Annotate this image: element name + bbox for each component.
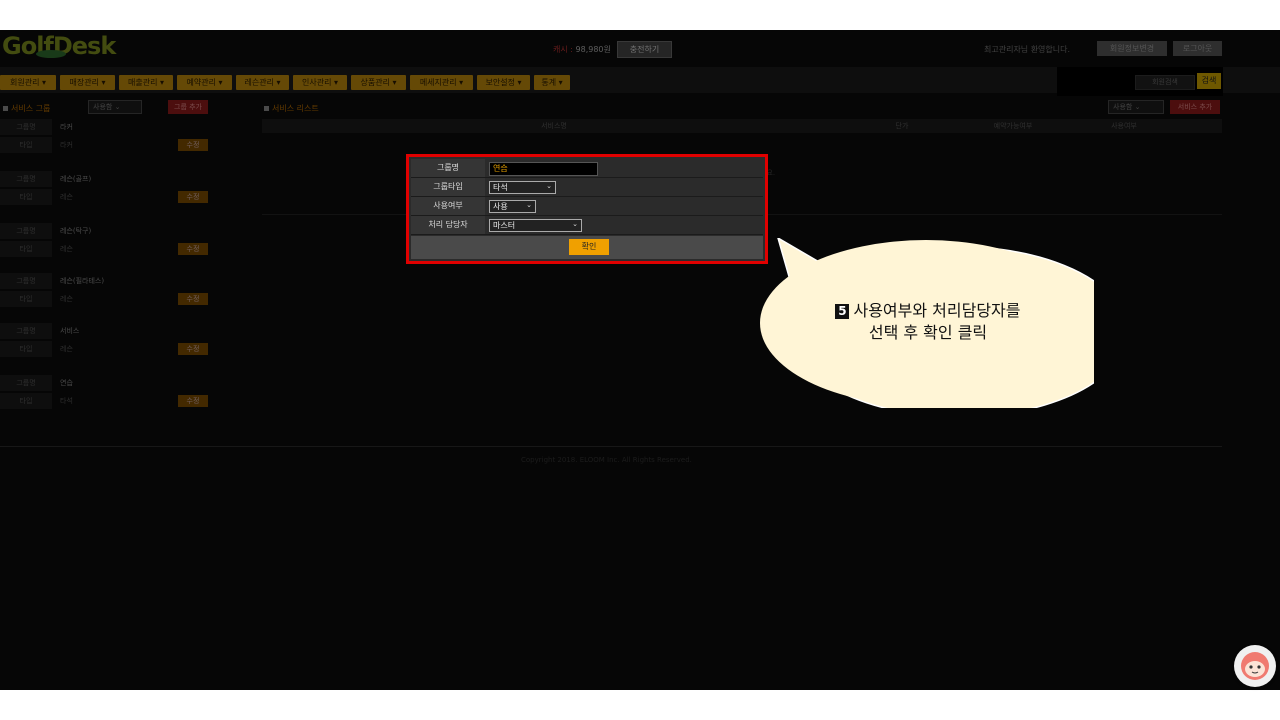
manager-label: 처리 담당자 bbox=[411, 216, 485, 234]
chat-bot-icon bbox=[1241, 652, 1269, 680]
modal-usage-row: 사용여부 사용 ⌄ bbox=[411, 197, 763, 216]
usage-select[interactable]: 사용 ⌄ bbox=[489, 200, 536, 213]
modal-manager-row: 처리 담당자 마스터 ⌄ bbox=[411, 216, 763, 235]
chat-bot-button[interactable] bbox=[1234, 645, 1276, 687]
callout-line-1: 5 사용여부와 처리담당자를 bbox=[803, 300, 1053, 322]
group-edit-modal: 그룹명 연습 그룹타입 타석 ⌄ 사용여부 사용 ⌄ 처리 담당자 마스터 ⌄ 확인 bbox=[406, 154, 768, 264]
group-name-input[interactable]: 연습 bbox=[489, 162, 598, 176]
modal-group-name-row: 그룹명 연습 bbox=[411, 159, 763, 178]
callout-text: 5 사용여부와 처리담당자를 선택 후 확인 클릭 bbox=[803, 300, 1053, 344]
callout-line-2: 선택 후 확인 클릭 bbox=[868, 323, 988, 342]
group-type-label: 그룹타입 bbox=[411, 178, 485, 196]
modal-footer: 확인 bbox=[411, 236, 763, 259]
confirm-button[interactable]: 확인 bbox=[569, 239, 609, 255]
manager-select[interactable]: 마스터 ⌄ bbox=[489, 219, 582, 232]
modal-group-type-row: 그룹타입 타석 ⌄ bbox=[411, 178, 763, 197]
usage-label: 사용여부 bbox=[411, 197, 485, 215]
chevron-down-icon: ⌄ bbox=[546, 182, 552, 190]
group-type-select[interactable]: 타석 ⌄ bbox=[489, 181, 556, 194]
group-name-label: 그룹명 bbox=[411, 159, 485, 177]
step-number: 5 bbox=[835, 304, 850, 319]
chevron-down-icon: ⌄ bbox=[572, 220, 578, 228]
chevron-down-icon: ⌄ bbox=[526, 201, 532, 209]
